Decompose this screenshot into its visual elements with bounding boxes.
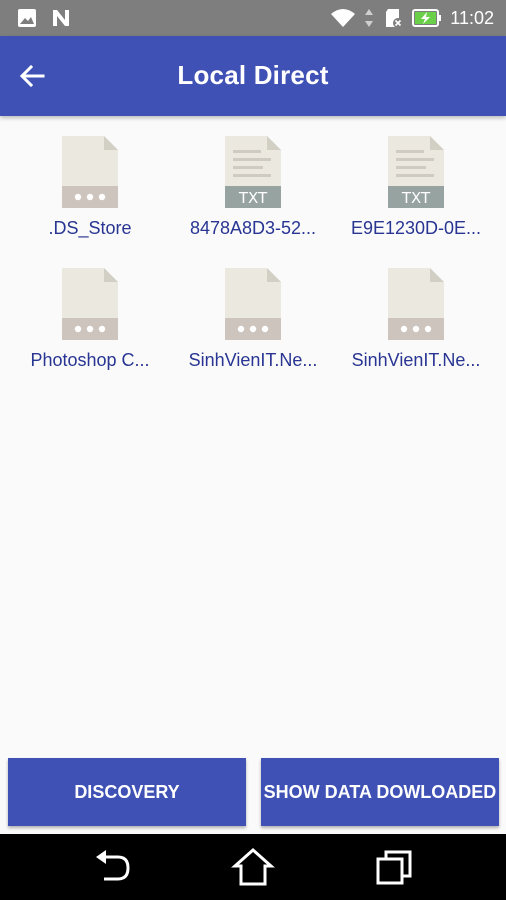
file-name: SinhVienIT.Ne...	[188, 350, 318, 370]
sd-card-icon	[386, 9, 404, 28]
file-name: .DS_Store	[48, 218, 132, 238]
txt-badge: TXT	[401, 189, 431, 207]
data-arrows-icon	[365, 9, 374, 27]
file-item[interactable]: .DS_Store	[8, 130, 172, 248]
txt-file-icon: TXT	[388, 136, 444, 208]
battery-charging-icon	[412, 9, 442, 27]
show-data-downloaded-button[interactable]: SHOW DATA DOWLOADED	[261, 758, 499, 826]
generic-file-icon	[225, 268, 281, 340]
clock: 11:02	[450, 8, 494, 28]
file-name: E9E1230D-0E...	[350, 218, 482, 238]
back-nav-icon[interactable]	[90, 847, 134, 887]
generic-file-icon	[62, 268, 118, 340]
txt-file-icon: TXT	[225, 136, 281, 208]
gallery-icon	[18, 9, 36, 27]
navigation-bar	[0, 834, 506, 900]
app-bar: Local Direct	[0, 36, 506, 116]
file-name: Photoshop C...	[30, 350, 150, 370]
txt-badge: TXT	[238, 189, 268, 207]
status-bar: 11:02	[0, 0, 506, 36]
file-item[interactable]: Photoshop C...	[8, 262, 172, 380]
file-item[interactable]: SinhVienIT.Ne...	[334, 262, 498, 380]
recents-icon[interactable]	[372, 847, 416, 887]
n-notification-icon	[53, 10, 69, 26]
file-name: SinhVienIT.Ne...	[351, 350, 481, 370]
file-item[interactable]: TXT 8478A8D3-52...	[171, 130, 335, 248]
file-item[interactable]: SinhVienIT.Ne...	[171, 262, 335, 380]
file-item[interactable]: TXT E9E1230D-0E...	[334, 130, 498, 248]
page-title: Local Direct	[177, 60, 329, 90]
wifi-icon	[331, 9, 356, 27]
file-name: 8478A8D3-52...	[189, 218, 317, 238]
generic-file-icon	[388, 268, 444, 340]
home-icon[interactable]	[231, 847, 275, 887]
generic-file-icon	[62, 136, 118, 208]
discovery-button[interactable]: DISCOVERY	[8, 758, 246, 826]
